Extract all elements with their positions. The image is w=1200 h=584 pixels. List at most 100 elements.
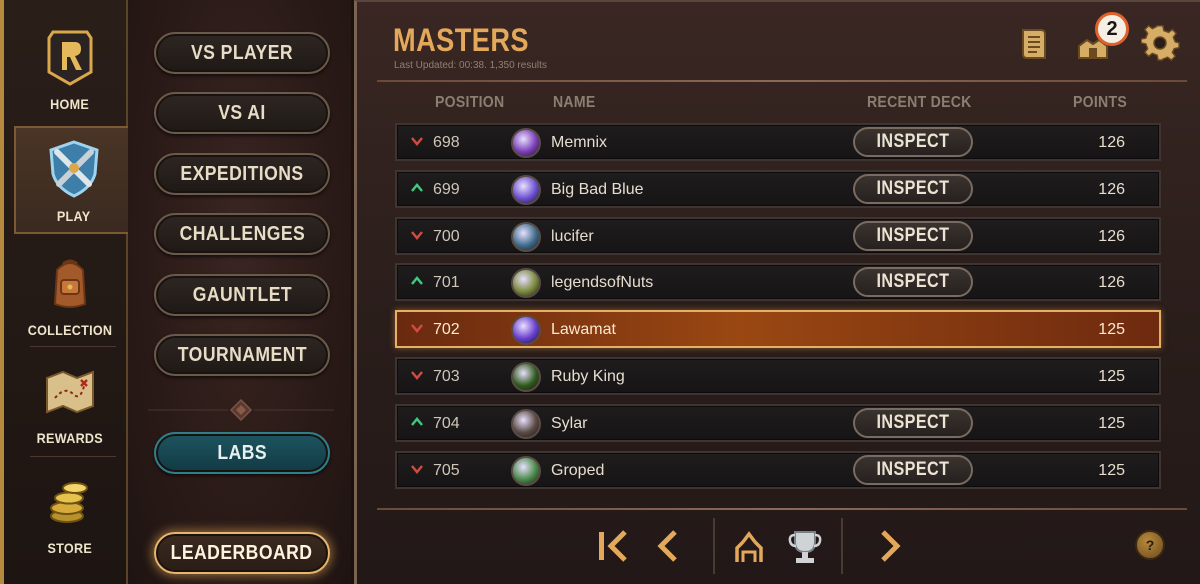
inspect-deck-button[interactable]: INSPECT <box>853 173 973 204</box>
row-points: 126 <box>1098 227 1125 245</box>
crossed-swords-icon <box>49 140 99 198</box>
first-page-icon[interactable] <box>593 524 633 568</box>
column-header-position: POSITION <box>435 94 505 111</box>
nav-play[interactable]: PLAY <box>14 126 132 234</box>
table-row[interactable]: 704 Sylar INSPECT 125 <box>395 403 1161 442</box>
row-points: 126 <box>1098 274 1125 292</box>
inspect-deck-button[interactable]: INSPECT <box>853 454 973 485</box>
row-position: 705 <box>433 461 460 479</box>
leaderboard-button[interactable]: LEADERBOARD <box>154 532 330 574</box>
avatar <box>511 315 541 346</box>
notification-badge: 2 <box>1095 12 1129 46</box>
row-player-name: legendsofNuts <box>551 274 654 292</box>
vs-ai-button[interactable]: VS AI <box>154 92 330 134</box>
notification-count: 2 <box>1106 17 1118 40</box>
pager-separator <box>713 518 715 574</box>
row-player-name: Lawamat <box>551 321 616 339</box>
nav-play-label: PLAY <box>57 208 91 224</box>
table-row[interactable]: 705 Groped INSPECT 125 <box>395 450 1161 489</box>
trend-down-icon <box>411 324 423 334</box>
row-position: 703 <box>433 368 460 385</box>
next-page-icon[interactable] <box>869 524 909 568</box>
row-points: 125 <box>1098 461 1125 479</box>
avatar <box>511 221 541 252</box>
nav-rail: HOME PLAY COLLECTION REWARDS STORE <box>0 0 132 584</box>
inspect-label: INSPECT <box>876 411 950 433</box>
expeditions-button[interactable]: EXPEDITIONS <box>154 153 330 195</box>
expeditions-label: EXPEDITIONS <box>180 162 304 185</box>
row-position: 702 <box>433 321 460 339</box>
avatar <box>511 128 541 158</box>
table-row[interactable]: 703 Ruby King 125 <box>395 357 1161 395</box>
table-row[interactable]: 702 Lawamat 125 <box>395 310 1161 349</box>
inspect-label: INSPECT <box>876 131 950 152</box>
nav-collection-label: COLLECTION <box>27 322 113 338</box>
challenges-label: CHALLENGES <box>179 222 305 245</box>
row-position: 704 <box>433 414 460 432</box>
row-player-name: Sylar <box>551 414 588 432</box>
trend-down-icon <box>411 230 423 240</box>
row-points: 126 <box>1098 180 1125 198</box>
row-player-name: Groped <box>551 461 605 479</box>
row-position: 699 <box>433 180 460 198</box>
inspect-label: INSPECT <box>876 177 950 199</box>
game-mode-column: VS PLAYER VS AI EXPEDITIONS CHALLENGES G… <box>128 0 354 584</box>
avatar <box>511 455 541 486</box>
avatar <box>511 408 541 439</box>
scroll-log-icon[interactable] <box>1013 24 1053 64</box>
trend-down-icon <box>411 371 423 380</box>
row-points: 125 <box>1098 368 1125 385</box>
previous-page-icon[interactable] <box>649 524 689 568</box>
inspect-deck-button[interactable]: INSPECT <box>853 407 973 438</box>
gauntlet-label: GAUNTLET <box>192 283 292 306</box>
inspect-deck-button[interactable]: INSPECT <box>853 220 973 251</box>
column-header-name: NAME <box>553 94 596 111</box>
nav-home[interactable]: HOME <box>12 12 128 120</box>
row-player-name: Big Bad Blue <box>551 180 644 198</box>
table-row[interactable]: 701 legendsofNuts INSPECT 126 <box>395 263 1161 302</box>
row-player-name: Memnix <box>551 134 608 151</box>
trend-down-icon <box>411 464 423 474</box>
gear-icon[interactable] <box>1141 24 1181 64</box>
labs-button[interactable]: LABS <box>154 432 330 474</box>
table-row[interactable]: 699 Big Bad Blue INSPECT 126 <box>395 169 1161 208</box>
trend-down-icon <box>411 137 423 146</box>
row-position: 700 <box>433 227 460 245</box>
row-position: 698 <box>433 134 460 151</box>
help-button[interactable]: ? <box>1135 530 1165 560</box>
vs-player-button[interactable]: VS PLAYER <box>154 32 330 74</box>
last-updated-text: Last Updated: 00:38. 1,350 results <box>394 60 547 71</box>
tournament-button[interactable]: TOURNAMENT <box>154 334 330 376</box>
inspect-deck-button[interactable]: INSPECT <box>853 267 973 298</box>
coins-icon <box>50 482 88 523</box>
nav-rewards[interactable]: REWARDS <box>12 346 128 454</box>
vs-ai-label: VS AI <box>218 101 266 124</box>
avatar <box>511 174 541 205</box>
trophy-filter-icon[interactable] <box>785 524 825 568</box>
row-player-name: Ruby King <box>551 368 625 385</box>
table-row[interactable]: 698 Memnix INSPECT 126 <box>395 123 1161 161</box>
nav-store[interactable]: STORE <box>12 456 128 564</box>
page-title: MASTERS <box>393 22 529 58</box>
challenges-button[interactable]: CHALLENGES <box>154 213 330 255</box>
inspect-deck-button[interactable]: INSPECT <box>853 127 973 157</box>
nav-collection[interactable]: COLLECTION <box>12 238 128 346</box>
avatar <box>511 362 541 392</box>
ornament-divider-icon <box>148 398 334 422</box>
inspect-label: INSPECT <box>876 271 950 293</box>
leaderboard-label: LEADERBOARD <box>171 541 313 564</box>
trend-up-icon <box>411 182 423 192</box>
row-points: 125 <box>1098 414 1125 432</box>
gauntlet-button[interactable]: GAUNTLET <box>154 274 330 316</box>
avatar <box>511 268 541 299</box>
row-position: 701 <box>433 274 460 292</box>
table-row[interactable]: 700 lucifer INSPECT 126 <box>395 216 1161 255</box>
social-filter-icon[interactable] <box>729 524 769 568</box>
labs-label: LABS <box>217 441 267 464</box>
trend-up-icon <box>411 416 423 426</box>
trend-up-icon <box>411 276 423 286</box>
inspect-label: INSPECT <box>876 224 950 246</box>
row-points: 126 <box>1098 134 1125 151</box>
column-header-recent-deck: RECENT DECK <box>867 94 972 111</box>
pager-separator <box>841 518 843 574</box>
